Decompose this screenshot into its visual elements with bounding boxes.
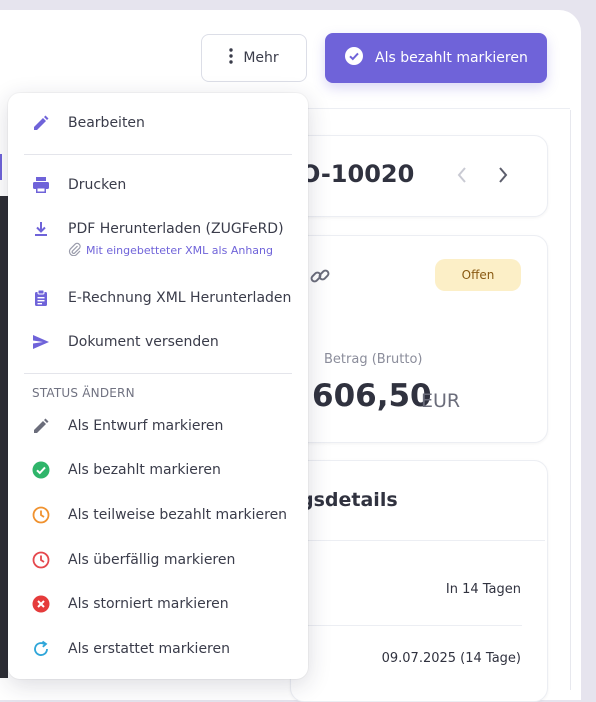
amount-currency: EUR: [421, 390, 461, 412]
menu-item-mark-paid[interactable]: Als bezahlt markieren: [8, 452, 308, 488]
menu-item-label: Als teilweise bezahlt markieren: [68, 507, 288, 523]
printer-icon: [32, 176, 50, 194]
menu-divider: [24, 154, 292, 155]
header-divider: [300, 108, 570, 109]
more-vertical-icon: [229, 48, 234, 68]
check-circle-icon: [345, 47, 363, 69]
menu-item-mark-draft[interactable]: Als Entwurf markieren: [8, 408, 308, 444]
amount-label: Betrag (Brutto): [324, 352, 423, 367]
menu-item-label: Bearbeiten: [68, 115, 145, 131]
menu-item-label: PDF Herunterladen (ZUGFeRD): [68, 221, 284, 237]
menu-item-send[interactable]: Dokument versenden: [8, 324, 308, 360]
details-title: gsdetails: [300, 489, 398, 511]
mark-paid-button-label: Als bezahlt markieren: [375, 50, 528, 66]
menu-item-mark-overdue[interactable]: Als überfällig markieren: [8, 542, 308, 578]
download-icon: [32, 220, 50, 238]
check-circle-icon: [32, 461, 50, 479]
scroll-divider: [570, 110, 571, 690]
clipboard-icon: [32, 289, 50, 307]
menu-item-download-xml[interactable]: E-Rechnung XML Herunterladen: [8, 280, 308, 316]
menu-item-download-pdf[interactable]: PDF Herunterladen (ZUGFeRD) Mit eingebet…: [8, 211, 308, 263]
payment-terms-value: In 14 Tagen: [445, 582, 521, 597]
menu-item-mark-partially-paid[interactable]: Als teilweise bezahlt markieren: [8, 497, 308, 533]
menu-item-label: Als Entwurf markieren: [68, 418, 224, 434]
mark-paid-button[interactable]: Als bezahlt markieren: [325, 33, 547, 83]
amount-value: 606,50: [312, 378, 432, 414]
pencil-icon: [32, 114, 50, 132]
refresh-icon: [32, 640, 50, 658]
menu-item-label: Als storniert markieren: [68, 596, 229, 612]
x-circle-icon: [32, 595, 50, 613]
paperclip-icon: [68, 242, 82, 259]
status-badge: Offen: [435, 259, 521, 291]
menu-item-label: E-Rechnung XML Herunterladen: [68, 290, 292, 306]
menu-divider: [24, 373, 292, 374]
chevron-right-icon[interactable]: [496, 166, 510, 188]
menu-item-mark-cancelled[interactable]: Als storniert markieren: [8, 586, 308, 622]
pencil-icon: [32, 417, 50, 435]
menu-item-print[interactable]: Drucken: [8, 167, 308, 203]
details-divider: [291, 540, 545, 541]
details-row-divider: [300, 625, 522, 626]
menu-item-label: Als bezahlt markieren: [68, 462, 221, 478]
clock-icon: [32, 551, 50, 569]
chevron-left-icon[interactable]: [455, 166, 469, 188]
menu-item-label: Als überfällig markieren: [68, 552, 236, 568]
document-number: O-10020: [300, 160, 415, 188]
menu-item-mark-refunded[interactable]: Als erstattet markieren: [8, 631, 308, 667]
background-sidebar: [0, 196, 8, 678]
more-dropdown-menu: Bearbeiten Drucken PDF Herunterladen (ZU…: [8, 93, 308, 679]
menu-item-label: Als erstattet markieren: [68, 641, 230, 657]
more-button[interactable]: Mehr: [201, 34, 307, 82]
send-icon: [32, 333, 50, 351]
menu-item-sublabel: Mit eingebetteter XML als Anhang: [68, 242, 273, 259]
menu-item-edit[interactable]: Bearbeiten: [8, 105, 308, 141]
clock-icon: [32, 506, 50, 524]
menu-item-label: Drucken: [68, 177, 127, 193]
due-date-value: 09.07.2025 (14 Tage): [381, 651, 521, 666]
more-button-label: Mehr: [243, 50, 279, 66]
menu-item-label: Dokument versenden: [68, 334, 219, 350]
menu-item-sublabel-text: Mit eingebetteter XML als Anhang: [86, 244, 273, 257]
link-icon[interactable]: [309, 265, 331, 291]
background-accent: [0, 154, 2, 180]
status-section-title: STATUS ÄNDERN: [32, 386, 135, 400]
